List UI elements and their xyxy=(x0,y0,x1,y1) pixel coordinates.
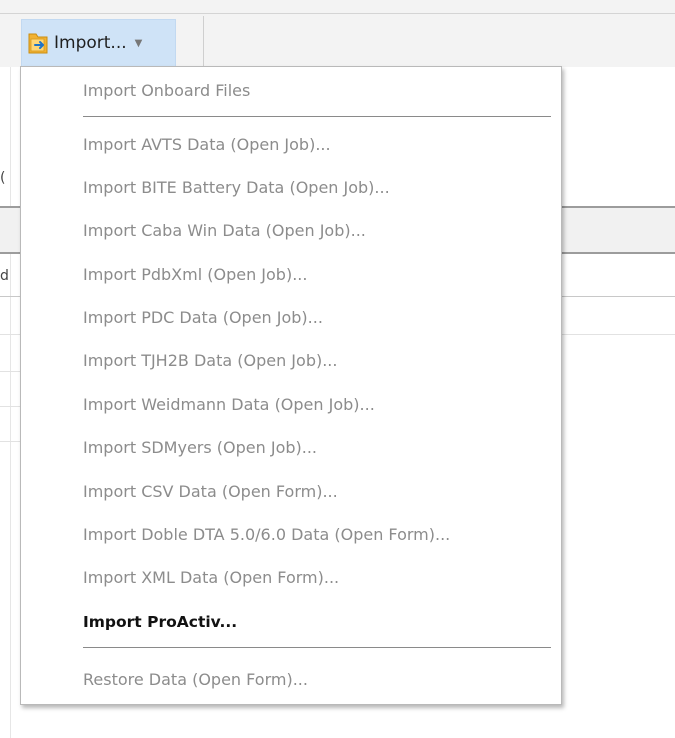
menu-item-import-csv-data[interactable]: Import CSV Data (Open Form)... xyxy=(83,476,553,508)
menu-item-import-pdc-data[interactable]: Import PDC Data (Open Job)... xyxy=(83,302,553,334)
menu-item-import-avts-data[interactable]: Import AVTS Data (Open Job)... xyxy=(83,129,553,161)
folder-import-icon xyxy=(26,31,50,55)
import-dropdown-menu: Import Onboard Files Import AVTS Data (O… xyxy=(20,66,562,705)
menu-item-import-proactiv[interactable]: Import ProActiv... xyxy=(83,606,553,638)
grid-row-line xyxy=(0,406,20,407)
menu-item-import-onboard-files[interactable]: Import Onboard Files xyxy=(83,75,553,107)
toolbar-top-border xyxy=(0,13,675,14)
grid-row-line xyxy=(0,441,20,442)
menu-item-import-doble-dta-data[interactable]: Import Doble DTA 5.0/6.0 Data (Open Form… xyxy=(83,519,553,551)
chevron-down-icon: ▼ xyxy=(134,38,143,49)
import-button-label: Import... xyxy=(54,33,127,53)
menu-item-import-sdmyers[interactable]: Import SDMyers (Open Job)... xyxy=(83,432,553,464)
import-dropdown-button[interactable]: Import... ▼ xyxy=(21,19,176,67)
menu-item-restore-data[interactable]: Restore Data (Open Form)... xyxy=(83,664,553,696)
menu-item-import-xml-data[interactable]: Import XML Data (Open Form)... xyxy=(83,562,553,594)
menu-item-import-tjh2b-data[interactable]: Import TJH2B Data (Open Job)... xyxy=(83,345,553,377)
menu-item-import-bite-battery-data[interactable]: Import BITE Battery Data (Open Job)... xyxy=(83,172,553,204)
menu-item-import-caba-win-data[interactable]: Import Caba Win Data (Open Job)... xyxy=(83,215,553,247)
grid-row-line xyxy=(0,371,20,372)
menu-item-import-pdbxml[interactable]: Import PdbXml (Open Job)... xyxy=(83,259,553,291)
menu-item-import-weidmann-data[interactable]: Import Weidmann Data (Open Job)... xyxy=(83,389,553,421)
clipped-label-1: ( xyxy=(0,170,6,186)
window-left-edge xyxy=(10,67,11,738)
clipped-label-2: d xyxy=(0,268,9,284)
toolbar-separator xyxy=(203,16,204,66)
menu-separator xyxy=(83,647,551,648)
ribbon-toolbar: Import... ▼ xyxy=(0,0,675,67)
menu-separator xyxy=(83,116,551,117)
